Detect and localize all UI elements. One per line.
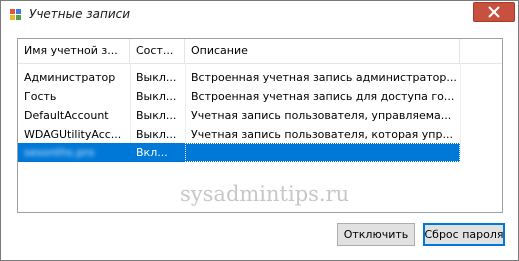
account-name: Администратор (24, 71, 116, 84)
column-header-name[interactable]: Имя учетной з... (18, 39, 130, 63)
account-name: DefaultAccount (24, 109, 109, 122)
account-name: sesonths.pro (18, 143, 130, 162)
list-item-selected[interactable]: sesonths.pro Вкл... (18, 143, 460, 162)
account-description: Встроенная учетная запись администратор.… (191, 71, 457, 84)
watermark: sysadmintips.ru (180, 182, 350, 206)
disable-button[interactable]: Отключить (337, 223, 415, 246)
account-description (185, 143, 460, 162)
account-state: Выкл... (136, 128, 177, 141)
window-title: Учетные записи (29, 7, 131, 21)
column-header-state[interactable]: Сост... (130, 39, 185, 63)
title-bar: Учетные записи (1, 1, 518, 29)
column-header-description[interactable]: Описание (185, 39, 460, 63)
list-item[interactable]: Администратор Выкл... Встроенная учетная… (18, 68, 460, 87)
accounts-dialog: Учетные записи Имя учетной з... Сост... … (0, 0, 519, 261)
account-description: Учетная запись пользователя, которая упр… (191, 128, 453, 141)
reset-password-button[interactable]: Сброс пароля (423, 223, 505, 246)
account-name: WDAGUtilityAcc... (24, 128, 122, 141)
account-state: Выкл... (136, 71, 177, 84)
users-app-icon (9, 8, 23, 22)
account-state: Выкл... (136, 109, 177, 122)
account-description: Встроенная учетная запись для доступа го… (191, 90, 455, 103)
close-icon (488, 6, 500, 18)
account-name: Гость (24, 90, 57, 103)
list-item[interactable]: DefaultAccount Выкл... Учетная запись по… (18, 106, 460, 125)
column-divider (460, 63, 461, 158)
close-button[interactable] (473, 2, 515, 22)
list-item[interactable]: WDAGUtilityAcc... Выкл... Учетная запись… (18, 125, 460, 144)
account-state: Вкл... (136, 146, 168, 159)
list-item[interactable]: Гость Выкл... Встроенная учетная запись … (18, 87, 460, 106)
account-description: Учетная запись пользователя, управляема.… (191, 109, 452, 122)
list-header: Имя учетной з... Сост... Описание (18, 39, 502, 64)
account-name-redacted: sesonths.pro (24, 146, 95, 159)
account-state: Выкл... (136, 90, 177, 103)
